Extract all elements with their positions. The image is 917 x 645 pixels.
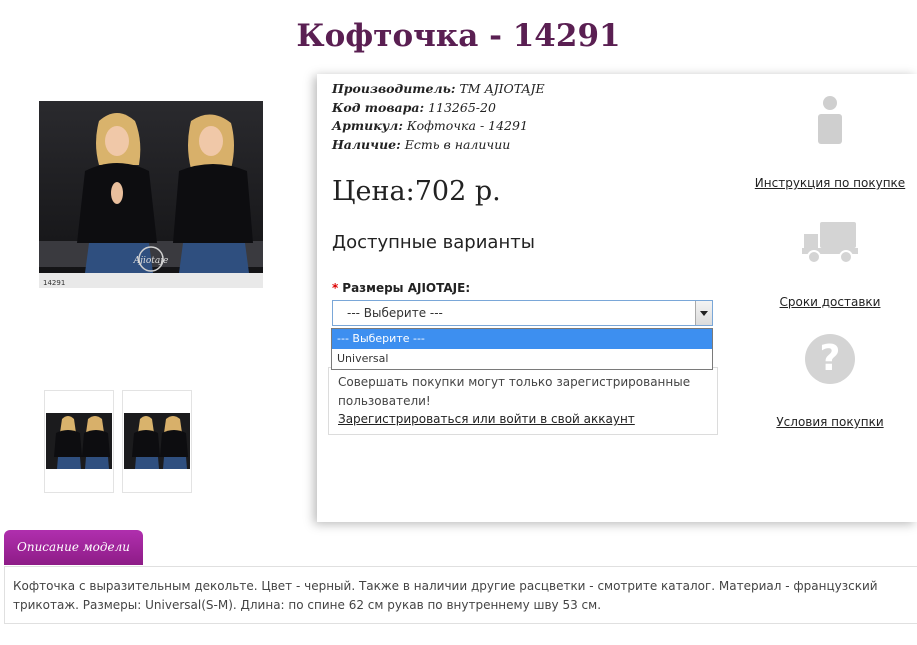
stock-value: Есть в наличии [404, 136, 511, 152]
description-box: Кофточка с выразительным декольте. Цвет … [4, 566, 917, 624]
chevron-down-icon[interactable] [695, 301, 712, 325]
code-label: Код товара: [332, 99, 425, 115]
delivery-link[interactable]: Сроки доставки [745, 295, 915, 309]
register-login-link[interactable]: Зарегистрироваться или войти в свой акка… [338, 412, 635, 426]
size-label-text: Размеры AJIOTAJE: [342, 281, 471, 295]
code-value: 113265-20 [428, 99, 496, 115]
terms-block[interactable]: ? Условия покупки [745, 334, 915, 429]
article-label: Артикул: [332, 118, 403, 133]
login-notice: Совершать покупки могут только зарегистр… [328, 367, 718, 435]
terms-link[interactable]: Условия покупки [745, 415, 915, 429]
size-select[interactable]: --- Выберите --- [332, 300, 713, 326]
size-option-choose[interactable]: --- Выберите --- [332, 329, 712, 349]
manufacturer-label: Производитель: [332, 81, 456, 96]
notice-text: Совершать покупки могут только зарегистр… [338, 375, 691, 408]
article-value: Кофточка - 14291 [406, 118, 528, 133]
product-specs: Производитель: TM AJIOTAJE Код товара: 1… [332, 80, 545, 154]
thumbnail-image [46, 413, 112, 469]
photo-code: 14291 [43, 279, 65, 287]
question-icon: ? [805, 334, 855, 384]
page-title: Кофточка - 14291 [296, 18, 621, 54]
truck-icon [802, 222, 858, 264]
product-photo-graphic: Ajiotaje 14291 [39, 101, 263, 288]
instructions-block[interactable]: Инструкция по покупке [745, 96, 915, 190]
size-option-universal[interactable]: Universal [332, 349, 712, 369]
tab-description[interactable]: Описание модели [4, 530, 143, 565]
required-mark: * [332, 281, 339, 295]
stock-label: Наличие: [332, 136, 401, 152]
size-dropdown-list[interactable]: --- Выберите --- Universal [331, 328, 713, 370]
thumbnail-2[interactable] [122, 390, 192, 493]
main-product-image[interactable]: Ajiotaje 14291 [39, 101, 263, 288]
thumbnail-image [124, 413, 190, 469]
description-text: Кофточка с выразительным декольте. Цвет … [13, 579, 878, 612]
manufacturer-value: TM AJIOTAJE [459, 81, 545, 96]
delivery-block[interactable]: Сроки доставки [745, 218, 915, 309]
instructions-link[interactable]: Инструкция по покупке [745, 176, 915, 190]
size-select-value: --- Выберите --- [347, 306, 443, 320]
variants-title: Доступные варианты [332, 232, 535, 253]
watermark-text: Ajiotaje [133, 256, 169, 266]
thumbnail-1[interactable] [44, 390, 114, 493]
size-label: * Размеры AJIOTAJE: [332, 281, 470, 295]
info-icon [818, 96, 842, 144]
product-info-panel: Производитель: TM AJIOTAJE Код товара: 1… [317, 74, 917, 522]
price: Цена:702 р. [332, 176, 501, 207]
